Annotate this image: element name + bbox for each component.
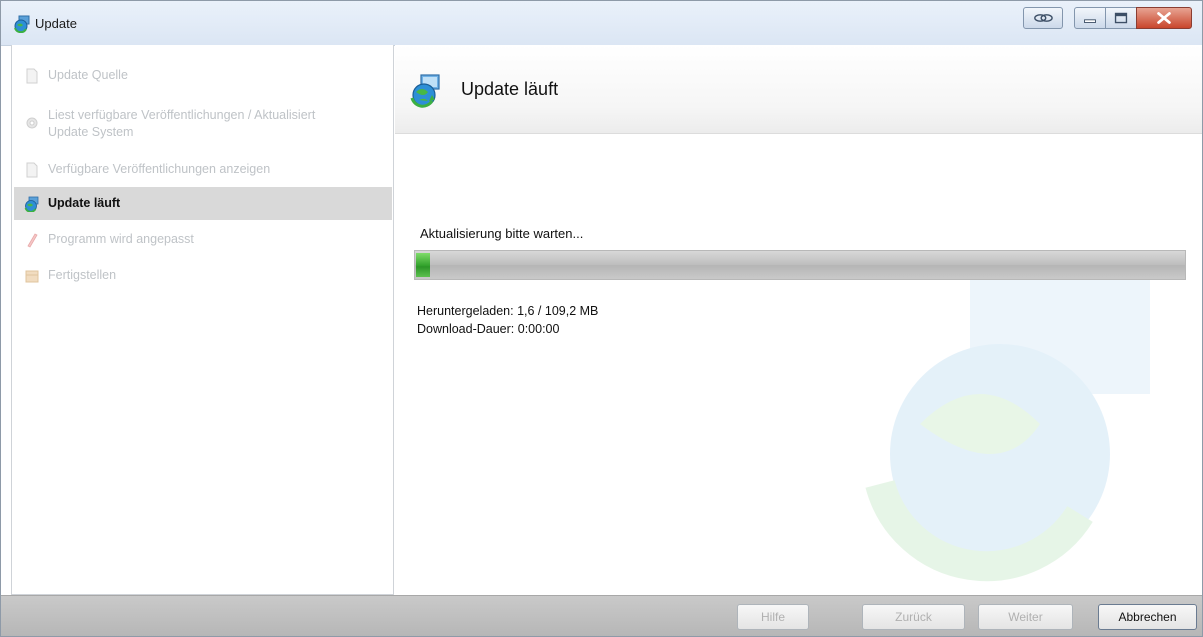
wizard-steps-sidebar: Update Quelle Liest verfügbare Veröffent…: [11, 45, 394, 595]
globe-update-watermark-icon: [865, 254, 1150, 582]
step-update-source[interactable]: Update Quelle: [14, 67, 392, 84]
minimize-icon: [1084, 19, 1096, 23]
step-update-running[interactable]: Update läuft: [14, 187, 392, 220]
next-button[interactable]: Weiter: [978, 604, 1073, 630]
update-window: Update Update Quelle Liest verfügbare Ve…: [0, 0, 1203, 637]
minimize-button[interactable]: [1074, 7, 1106, 29]
maximize-icon: [1114, 12, 1128, 24]
cancel-button[interactable]: Abbrechen: [1098, 604, 1197, 630]
step-program-adjust[interactable]: Programm wird angepasst: [14, 231, 392, 248]
document-icon: [26, 68, 38, 84]
step-show-releases[interactable]: Verfügbare Veröffentlichungen anzeigen: [14, 161, 392, 178]
close-icon: [1157, 12, 1171, 24]
download-duration: Download-Dauer: 0:00:00: [417, 322, 560, 336]
step-label: Liest verfügbare Veröffentlichungen / Ak…: [48, 108, 316, 139]
link-icon: [1034, 14, 1053, 22]
window-title: Update: [35, 16, 77, 31]
progress-fill: [416, 253, 430, 277]
step-label: Verfügbare Veröffentlichungen anzeigen: [48, 162, 271, 176]
step-read-releases[interactable]: Liest verfügbare Veröffentlichungen / Ak…: [14, 107, 392, 141]
gear-icon: [26, 117, 38, 129]
page-header: Update läuft: [395, 45, 1202, 134]
step-label: Fertigstellen: [48, 268, 117, 282]
pin-button[interactable]: [1023, 7, 1063, 29]
box-icon: [25, 270, 39, 283]
maximize-button[interactable]: [1105, 7, 1137, 29]
step-label: Update Quelle: [48, 68, 128, 82]
globe-update-icon: [14, 15, 30, 33]
step-finish[interactable]: Fertigstellen: [14, 267, 392, 284]
step-label: Programm wird angepasst: [48, 232, 194, 246]
document-icon: [26, 162, 38, 178]
status-message: Aktualisierung bitte warten...: [420, 226, 584, 241]
globe-update-icon: [410, 74, 440, 108]
help-button[interactable]: Hilfe: [737, 604, 809, 630]
page-title: Update läuft: [461, 79, 559, 99]
step-label: Update läuft: [48, 196, 121, 210]
title-bar: Update: [1, 1, 1202, 46]
close-button[interactable]: [1136, 7, 1192, 29]
pencil-icon: [27, 233, 38, 248]
download-progress-bar: [414, 250, 1186, 280]
globe-update-icon: [24, 196, 39, 212]
main-content: Aktualisierung bitte warten... Herunterg…: [395, 134, 1202, 595]
downloaded-size: Heruntergeladen: 1,6 / 109,2 MB: [417, 304, 599, 318]
button-bar: Hilfe Zurück Weiter Abbrechen: [1, 595, 1202, 636]
back-button[interactable]: Zurück: [862, 604, 965, 630]
